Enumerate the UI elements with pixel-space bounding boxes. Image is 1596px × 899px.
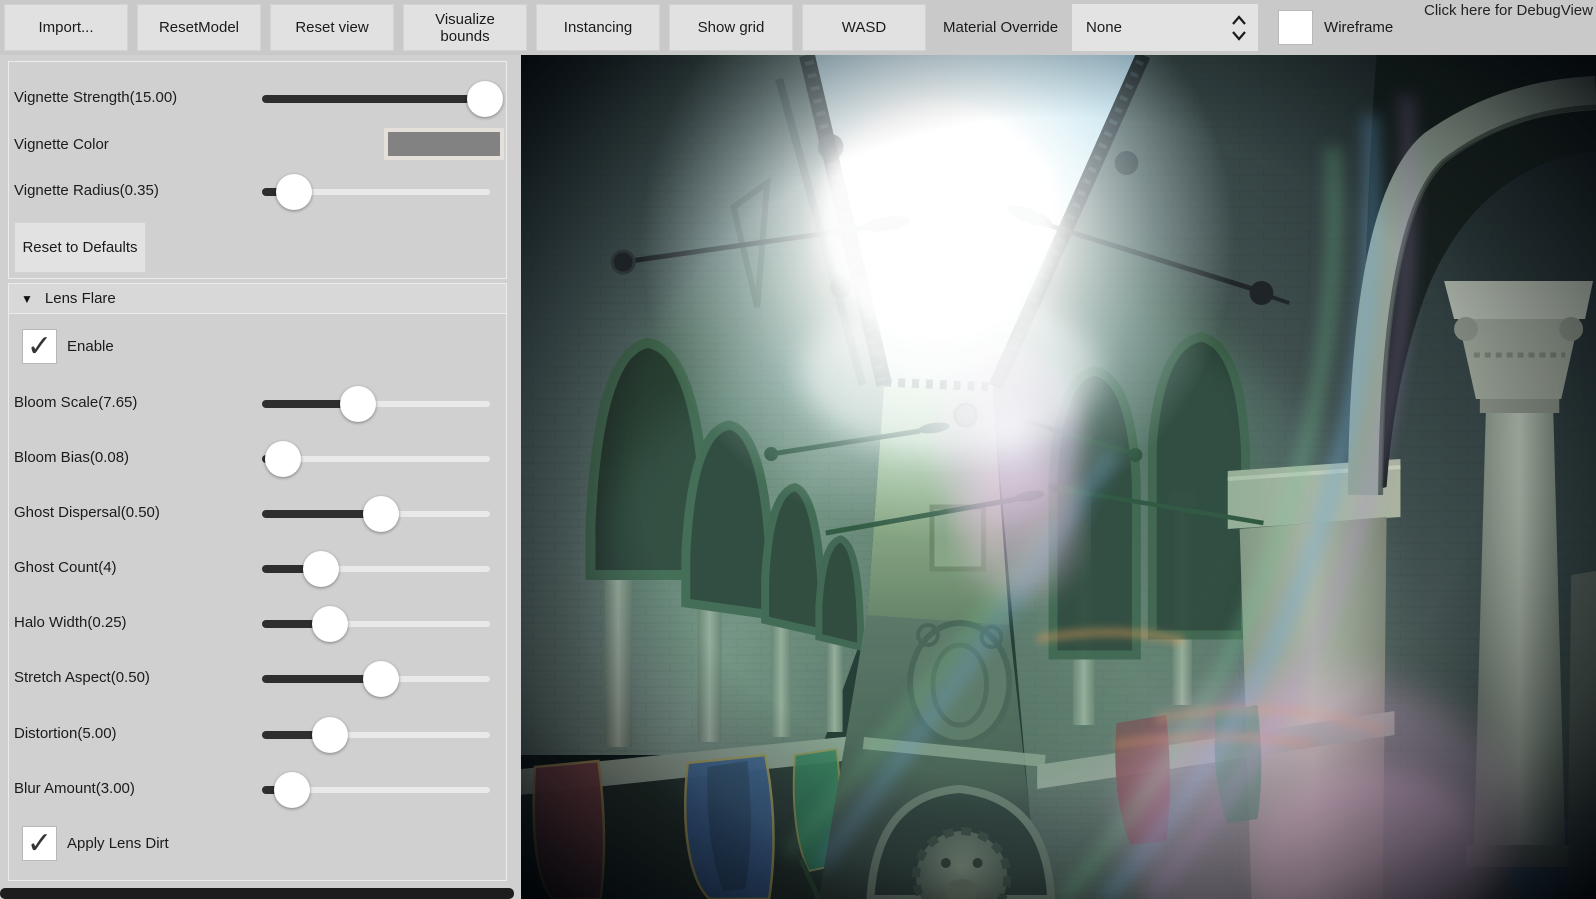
distortion-label: Distortion(5.00) [14, 725, 117, 742]
vignette-color-row: Vignette Color [14, 126, 492, 166]
blur-amount-label: Blur Amount(3.00) [14, 780, 135, 797]
lens-flare-title: Lens Flare [45, 290, 116, 307]
slider-thumb[interactable] [276, 174, 312, 210]
slider-thumb[interactable] [312, 606, 348, 642]
stretch-aspect-slider[interactable] [262, 659, 490, 699]
apply-lens-dirt-checkbox[interactable]: ✓ [22, 826, 57, 861]
horizontal-scrollbar[interactable] [0, 888, 514, 899]
slider-fill [262, 95, 485, 103]
wireframe-label: Wireframe [1324, 19, 1393, 36]
lens-flare-header[interactable]: ▼ Lens Flare [9, 284, 506, 314]
slider-thumb[interactable] [303, 551, 339, 587]
bloom-scale-label: Bloom Scale(7.65) [14, 394, 137, 411]
material-override-dropdown[interactable]: None [1072, 4, 1258, 51]
wireframe-group: Wireframe [1278, 10, 1393, 45]
ghost-dispersal-label: Ghost Dispersal(0.50) [14, 504, 160, 521]
import-button[interactable]: Import... [4, 4, 128, 51]
slider-thumb[interactable] [312, 717, 348, 753]
ghost-dispersal-slider[interactable] [262, 494, 490, 534]
vignette-color-swatch[interactable] [384, 128, 504, 160]
vignette-radius-row: Vignette Radius(0.35) [14, 172, 492, 212]
viewport-3d-scene[interactable] [521, 55, 1596, 899]
debugview-link[interactable]: Click here for DebugView [1424, 2, 1593, 19]
show-grid-button[interactable]: Show grid [669, 4, 793, 51]
ghost-dispersal-row: Ghost Dispersal(0.50) [14, 494, 492, 534]
slider-thumb[interactable] [363, 496, 399, 532]
blur-amount-row: Blur Amount(3.00) [14, 770, 492, 810]
collapse-triangle-icon[interactable]: ▼ [21, 292, 33, 306]
apply-lens-dirt-row: ✓ Apply Lens Dirt [22, 826, 169, 861]
enable-checkbox[interactable]: ✓ [22, 329, 57, 364]
vignette-strength-label: Vignette Strength(15.00) [14, 89, 177, 106]
instancing-button[interactable]: Instancing [536, 4, 660, 51]
slider-thumb[interactable] [265, 441, 301, 477]
halo-width-label: Halo Width(0.25) [14, 614, 127, 631]
bloom-bias-label: Bloom Bias(0.08) [14, 449, 129, 466]
wasd-button[interactable]: WASD [802, 4, 926, 51]
sponza-scene-svg [521, 55, 1596, 899]
visualize-bounds-button[interactable]: Visualize bounds [403, 4, 527, 51]
halo-width-row: Halo Width(0.25) [14, 604, 492, 644]
stretch-aspect-row: Stretch Aspect(0.50) [14, 659, 492, 699]
stretch-aspect-label: Stretch Aspect(0.50) [14, 669, 150, 686]
reset-to-defaults-button[interactable]: Reset to Defaults [14, 222, 146, 273]
vignette-strength-slider[interactable] [262, 79, 490, 119]
ghost-count-slider[interactable] [262, 549, 490, 589]
toolbar: Import... ResetModel Reset view Visualiz… [0, 0, 1596, 55]
vignette-overlay [521, 55, 1596, 899]
chevron-up-down-icon[interactable] [1230, 13, 1248, 47]
distortion-slider[interactable] [262, 715, 490, 755]
bloom-bias-slider[interactable] [262, 439, 490, 479]
material-override-value: None [1086, 19, 1122, 36]
ghost-count-row: Ghost Count(4) [14, 549, 492, 589]
distortion-row: Distortion(5.00) [14, 715, 492, 755]
enable-label: Enable [67, 338, 114, 355]
apply-lens-dirt-label: Apply Lens Dirt [67, 835, 169, 852]
bloom-bias-row: Bloom Bias(0.08) [14, 439, 492, 479]
ghost-count-label: Ghost Count(4) [14, 559, 117, 576]
bloom-scale-row: Bloom Scale(7.65) [14, 384, 492, 424]
halo-width-slider[interactable] [262, 604, 490, 644]
bloom-scale-slider[interactable] [262, 384, 490, 424]
reset-view-button[interactable]: Reset view [270, 4, 394, 51]
slider-thumb[interactable] [340, 386, 376, 422]
reset-model-button[interactable]: ResetModel [137, 4, 261, 51]
app-window: Import... ResetModel Reset view Visualiz… [0, 0, 1596, 899]
material-override-label: Material Override [935, 19, 1072, 36]
slider-thumb[interactable] [274, 772, 310, 808]
slider-thumb[interactable] [363, 661, 399, 697]
vignette-strength-row: Vignette Strength(15.00) [14, 79, 492, 119]
vignette-radius-label: Vignette Radius(0.35) [14, 182, 159, 199]
vignette-radius-slider[interactable] [262, 172, 490, 212]
vignette-color-label: Vignette Color [14, 136, 109, 153]
enable-row: ✓ Enable [22, 329, 114, 364]
settings-panel: Vignette Strength(15.00) Vignette Color Vi… [0, 55, 521, 899]
wireframe-checkbox[interactable] [1278, 10, 1313, 45]
blur-amount-slider[interactable] [262, 770, 490, 810]
